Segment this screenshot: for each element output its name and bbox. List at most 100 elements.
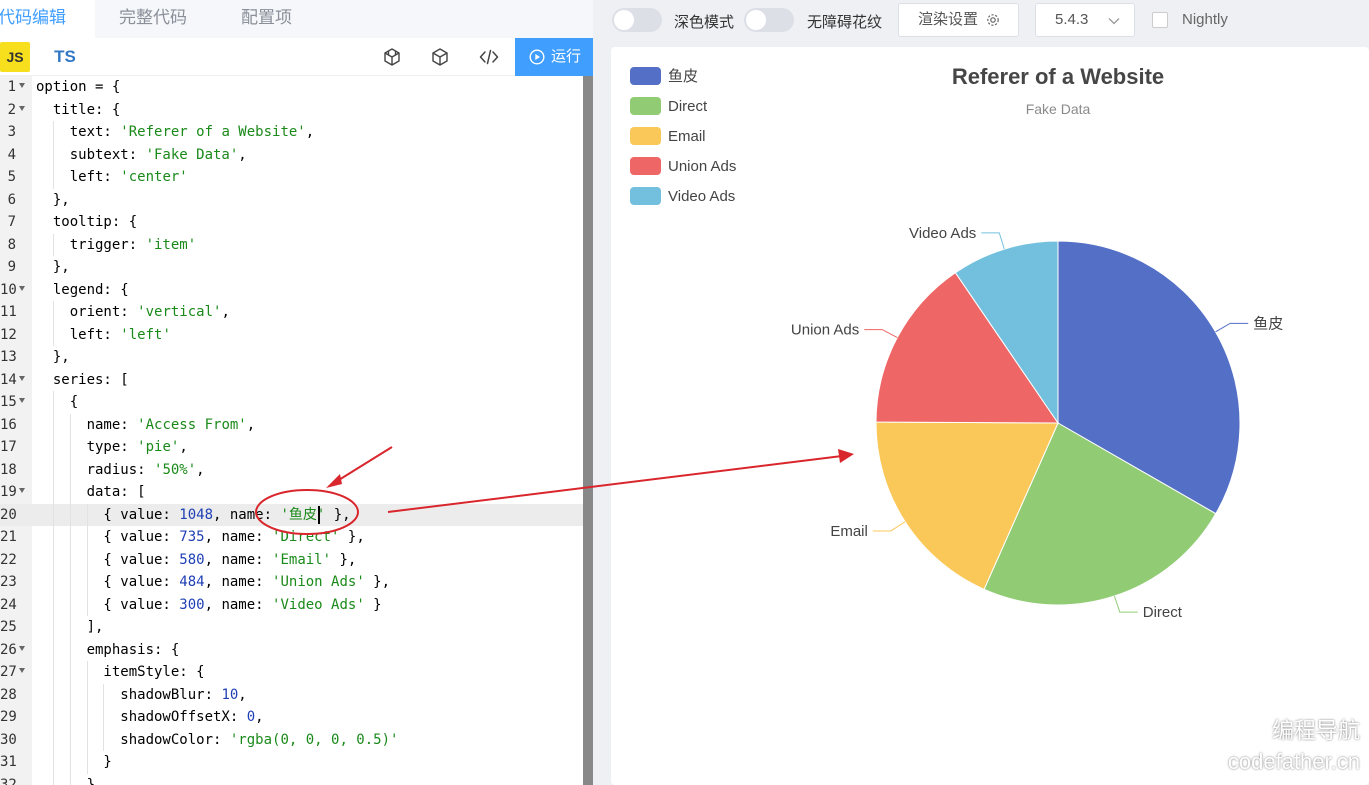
line-number: 3 [7,124,16,140]
indent-guide [69,526,71,549]
legend-item-label[interactable]: Union Ads [668,158,736,175]
indent-guide [52,571,54,594]
code-text: option = { [36,79,121,95]
indent-guide [103,728,105,751]
fold-arrow-icon[interactable] [19,285,25,291]
ts-language-button[interactable]: TS [50,42,80,72]
run-button[interactable]: 运行 [515,38,593,76]
code-line: 3 text: 'Referer of a Website', [0,121,583,144]
editor-scrollbar[interactable] [583,76,593,785]
version-select[interactable]: 5.4.3 [1035,3,1135,37]
code-text: legend: { [36,281,129,298]
line-number: 11 [0,304,17,320]
fold-arrow-icon[interactable] [19,398,25,403]
indent-guide [69,773,71,785]
dark-mode-label: 深色模式 [674,14,735,31]
indent-guide [69,728,71,751]
render-settings-button[interactable]: 渲染设置 [898,3,1019,37]
indent-guide [86,751,88,774]
fold-arrow-icon[interactable] [19,645,25,651]
code-line: 19 data: [ [0,481,583,504]
pie-label: Video Ads [909,225,976,242]
tab-full-code[interactable]: 完整代码 [119,0,187,38]
indent-guide [52,233,54,256]
fold-arrow-icon[interactable] [19,83,25,88]
line-number: 27 [0,664,17,680]
code-line: 8 trigger: 'item' [0,234,583,257]
line-number: 32 [0,776,17,785]
indent-guide [52,638,54,661]
js-language-button[interactable]: JS [0,42,30,72]
dark-mode-toggle[interactable] [612,8,662,32]
tab-code-edit[interactable]: 代码编辑 [0,0,95,38]
code-line: 7 tooltip: { [0,211,583,234]
legend-swatch[interactable] [630,187,661,205]
indent-guide [69,751,71,774]
code-text: itemStyle: { [36,664,205,680]
indent-guide [52,728,54,751]
code-line: 4 subtext: 'Fake Data', [0,144,583,167]
fold-arrow-icon[interactable] [19,375,25,381]
nightly-checkbox[interactable] [1152,12,1168,28]
code-line: 10 legend: { [0,279,583,302]
accessibility-pattern-toggle[interactable] [744,8,794,32]
run-button-label: 运行 [551,48,582,65]
line-number: 4 [7,146,16,163]
cube-icon[interactable] [430,47,450,67]
legend-item-label[interactable]: Email [668,128,706,145]
legend-swatch[interactable] [630,157,661,175]
legend-item-label[interactable]: Video Ads [668,188,735,205]
fold-arrow-icon[interactable] [19,105,25,111]
code-line: 9 }, [0,256,583,279]
indent-guide [52,503,54,526]
pie-label: Direct [1143,604,1183,621]
code-text: { value: 1048, name: '鱼皮' }, [36,506,351,523]
indent-guide [69,661,71,684]
code-text: series: [ [36,371,129,388]
indent-guide [52,413,54,436]
pie-label-line [864,329,898,339]
gear-icon [987,14,999,26]
line-number: 19 [0,484,17,500]
code-text: { [36,394,79,410]
tab-config-options[interactable]: 配置项 [241,0,292,38]
legend-swatch[interactable] [630,67,661,85]
indent-guide [69,683,71,706]
code-text: text: 'Referer of a Website', [36,124,315,140]
pie-chart[interactable]: Referer of a Website Fake Data 鱼皮 Direct E… [611,47,1369,785]
line-number: 2 [7,101,16,118]
indent-guide [86,661,88,684]
pie-label-line [872,521,906,532]
pie-label: 鱼皮 [1253,314,1283,332]
code-line: 12 left: 'left' [0,324,583,347]
watermark-line-2: codefather.cn [1227,749,1360,774]
indent-guide [52,683,54,706]
legend-swatch[interactable] [630,97,661,115]
indent-guide [52,436,54,459]
legend-item-label[interactable]: Direct [668,98,708,115]
legend-swatch[interactable] [630,127,661,145]
code-line: 16 name: 'Access From', [0,414,583,437]
indent-guide [52,526,54,549]
line-number: 16 [0,416,17,433]
code-area[interactable]: 1 option = {2 title: {3 text: 'Referer of… [0,76,583,785]
preview-controls: 深色模式 无障碍花纹 渲染设置 5.4.3 Nightly [593,0,1369,40]
indent-guide [69,458,71,481]
fold-arrow-icon[interactable] [19,488,25,493]
code-line: 11 orient: 'vertical', [0,301,583,324]
play-circle-icon [529,49,545,65]
line-number: 9 [7,259,16,275]
code-text: trigger: 'item' [36,236,197,253]
line-number: 30 [0,731,17,748]
code-text: } [36,754,112,770]
code-text: orient: 'vertical', [36,304,230,320]
indent-guide [69,706,71,729]
codesandbox-icon[interactable] [382,47,402,67]
indent-guide [86,593,88,616]
fold-arrow-icon[interactable] [19,668,25,673]
code-text: }, [36,259,70,275]
code-icon[interactable] [479,47,499,67]
legend-item-label[interactable]: 鱼皮 [668,67,698,85]
pie-label-line [981,232,1005,250]
code-text: } [36,776,96,785]
